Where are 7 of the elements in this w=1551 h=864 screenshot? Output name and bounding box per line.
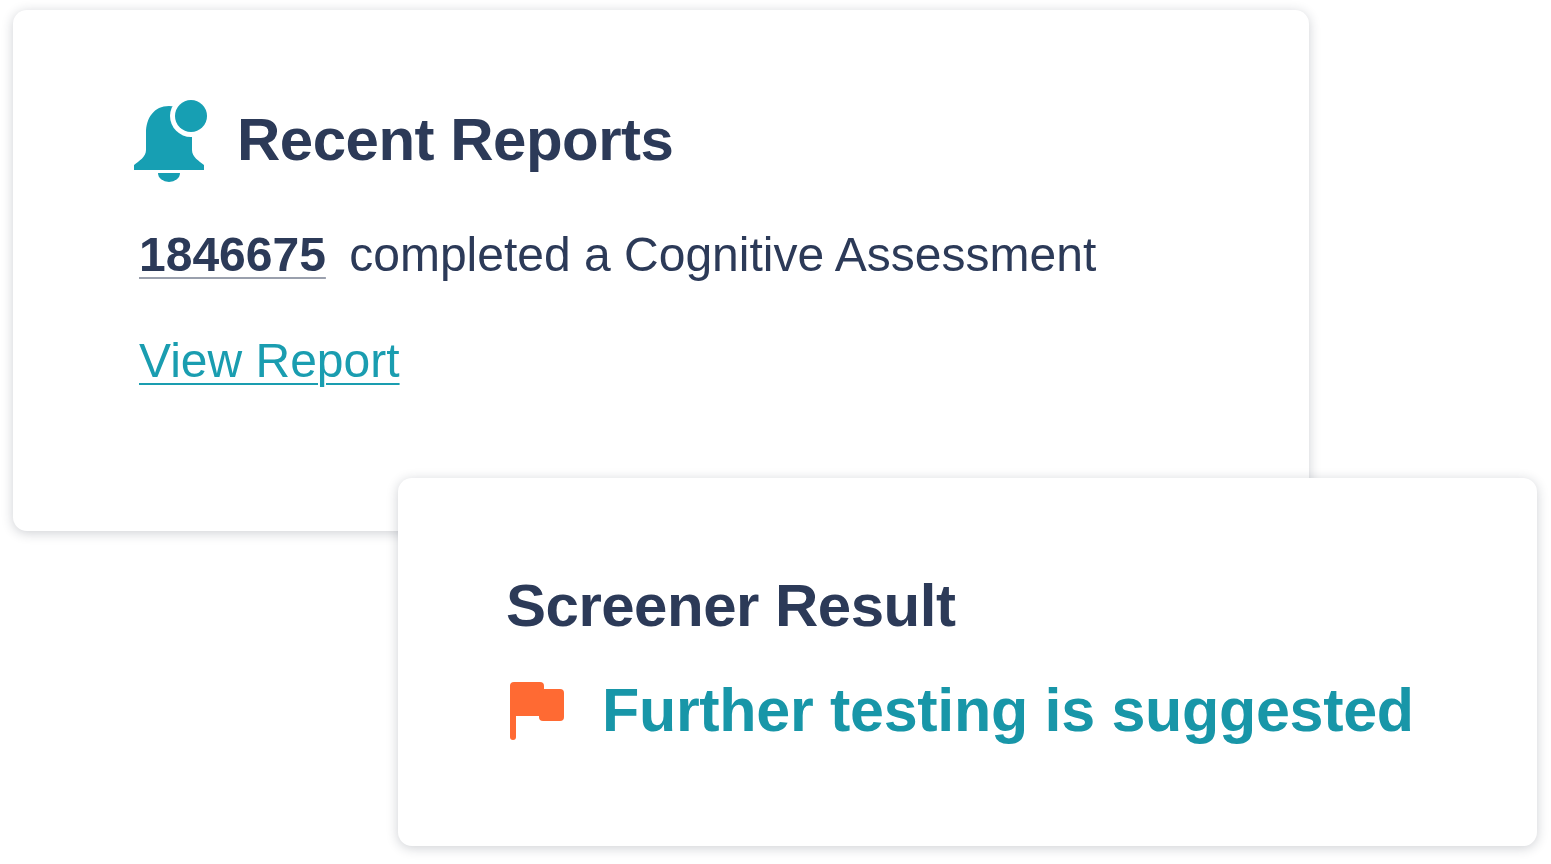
bell-icon xyxy=(133,98,209,182)
patient-id-link[interactable]: 1846675 xyxy=(139,228,326,281)
report-message: 1846675 completed a Cognitive Assessment xyxy=(139,227,1098,283)
section-title: Recent Reports xyxy=(237,105,674,175)
flag-icon xyxy=(510,681,564,740)
section-title: Screener Result xyxy=(506,571,957,641)
screener-result-text: Further testing is suggested xyxy=(602,675,1414,746)
